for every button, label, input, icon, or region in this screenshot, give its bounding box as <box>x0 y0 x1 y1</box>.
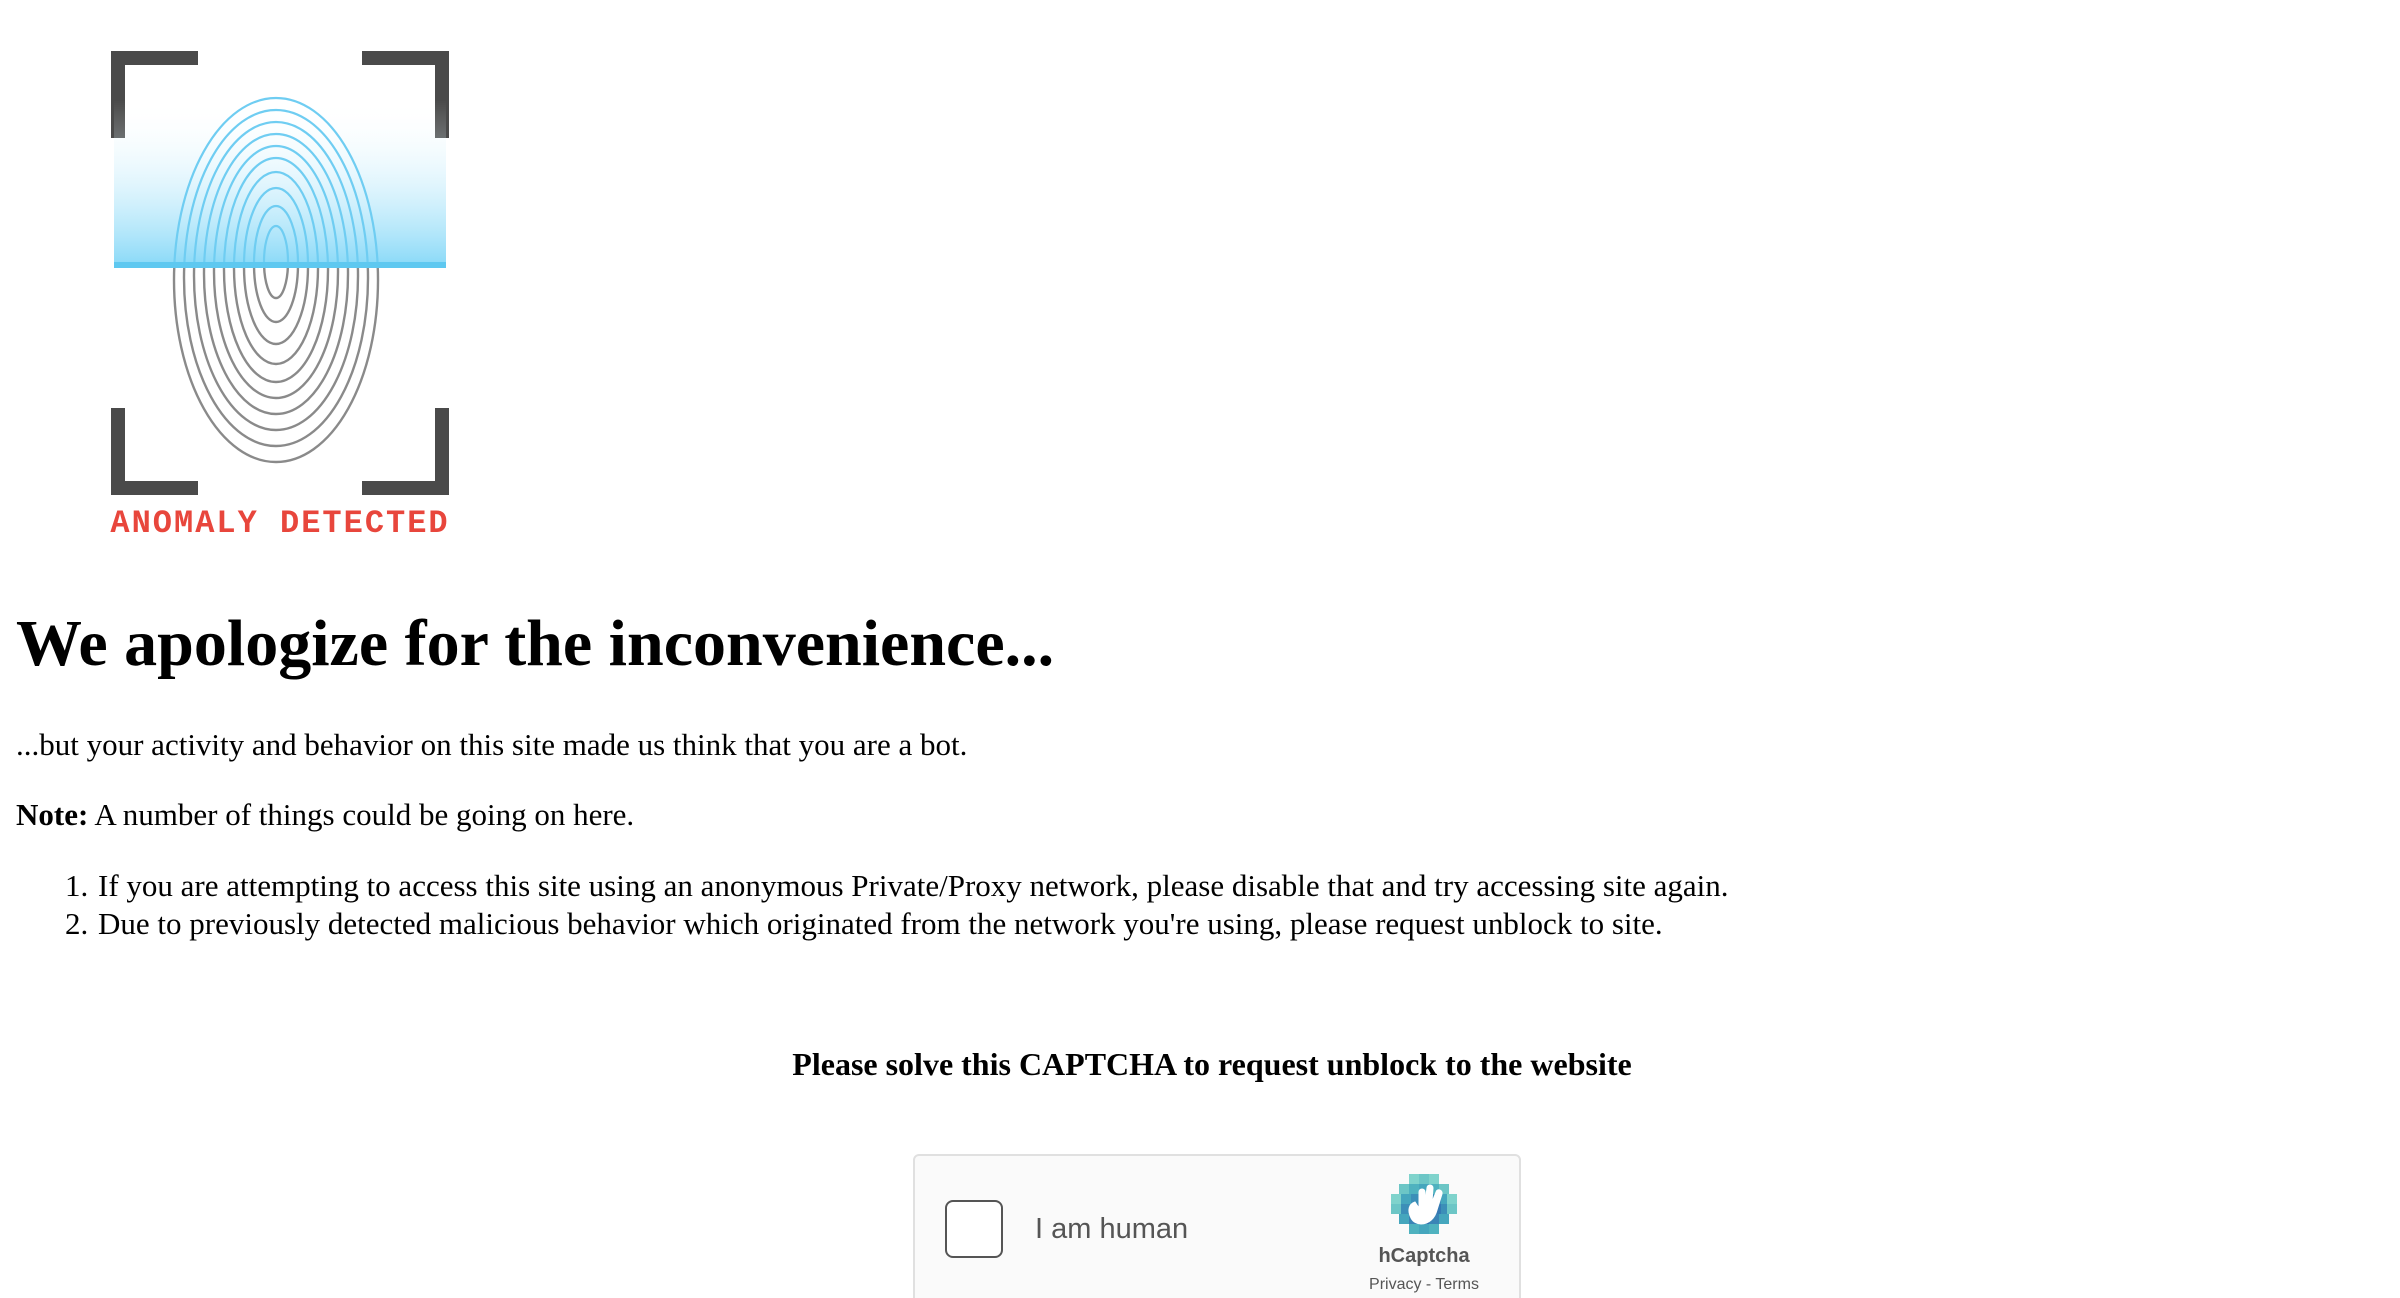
privacy-link[interactable]: Privacy <box>1369 1276 1421 1293</box>
checkbox-label: I am human <box>1035 1213 1189 1245</box>
list-item: Due to previously detected malicious beh… <box>96 905 1729 943</box>
hcaptcha-widget: I am human hCaptcha Privacy - Terms <box>913 1154 1521 1298</box>
hcaptcha-branding: hCaptcha Privacy - Terms <box>1349 1172 1499 1296</box>
anomaly-logo: ANOMALY DETECTED <box>100 40 480 550</box>
human-checkbox[interactable] <box>945 1200 1003 1258</box>
terms-link[interactable]: Terms <box>1435 1276 1479 1293</box>
reasons-list: If you are attempting to access this sit… <box>0 867 1729 943</box>
note-label: Note: <box>16 797 89 832</box>
hcaptcha-name: hCaptcha <box>1378 1245 1470 1267</box>
fingerprint-scan-icon: ANOMALY DETECTED <box>110 51 449 542</box>
captcha-heading: Please solve this CAPTCHA to request unb… <box>792 1046 1632 1082</box>
hcaptcha-hand-icon <box>1391 1174 1457 1234</box>
intro-text: ...but your activity and behavior on thi… <box>16 727 968 762</box>
hcaptcha-links: Privacy - Terms <box>1349 1274 1499 1296</box>
anomaly-caption: ANOMALY DETECTED <box>110 505 449 542</box>
page-title: We apologize for the inconvenience... <box>16 607 1055 680</box>
note-text: A number of things could be going on her… <box>88 797 635 832</box>
block-page: ANOMALY DETECTED We apologize for the in… <box>0 0 2400 1298</box>
scan-line <box>114 262 446 268</box>
list-item: If you are attempting to access this sit… <box>96 867 1729 905</box>
links-separator: - <box>1421 1276 1436 1293</box>
note-paragraph: Note: A number of things could be going … <box>16 795 634 835</box>
